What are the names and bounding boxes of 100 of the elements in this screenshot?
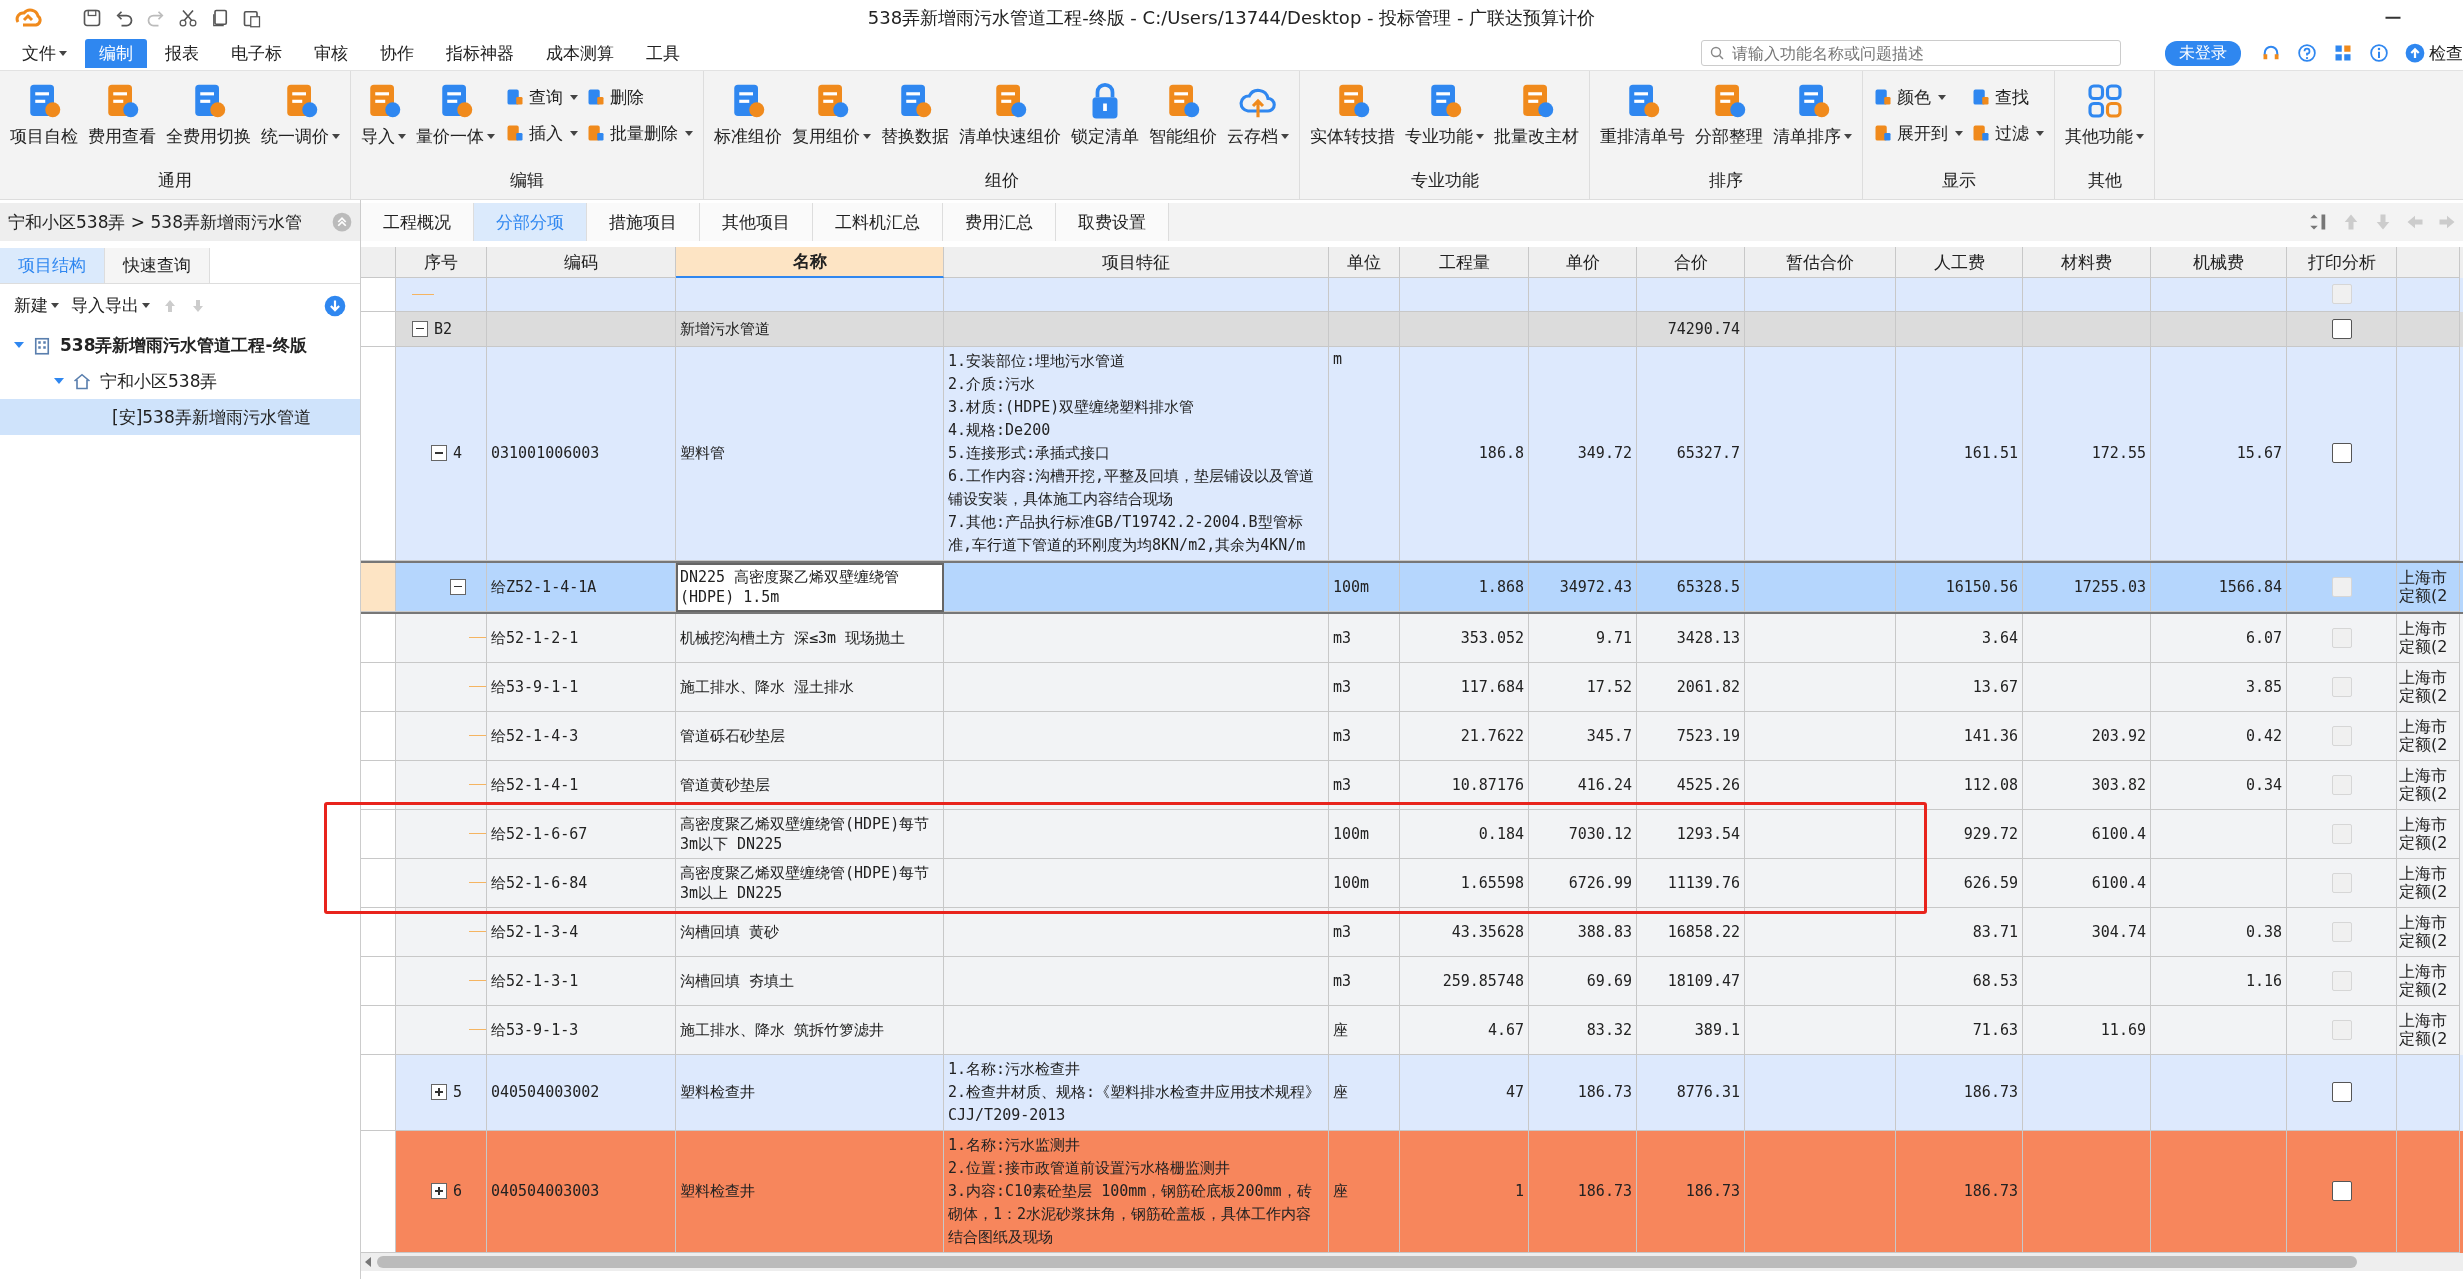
column-header[interactable]: 机械费 xyxy=(2151,247,2287,278)
ribbon-button[interactable]: 专业功能 xyxy=(1401,79,1488,150)
grid-icon[interactable] xyxy=(2333,43,2353,63)
toolbar-button[interactable]: 导入导出 xyxy=(71,294,150,317)
ribbon-button[interactable]: 云存档 xyxy=(1223,79,1293,150)
ribbon-button[interactable]: 批量删除 xyxy=(586,115,693,151)
table-cell: 管道砾石砂垫层 xyxy=(676,711,944,761)
collapse-icon[interactable] xyxy=(450,578,466,595)
ribbon-button[interactable]: 智能组价 xyxy=(1145,79,1221,150)
ribbon-button[interactable]: 清单排序 xyxy=(1769,79,1856,150)
copy-icon[interactable] xyxy=(210,8,230,28)
ribbon-button[interactable]: 实体转技措 xyxy=(1306,79,1399,150)
table-row[interactable]: B2 新增污水管道 74290.74 xyxy=(361,311,2463,347)
column-header[interactable]: 合价 xyxy=(1637,247,1745,278)
toolbar-button[interactable]: 新建 xyxy=(14,294,59,317)
table-row[interactable]: 给Z52-1-4-1A DN225 高密度聚乙烯双壁缠绕管(HDPE) 1.5m 100m 1.868 34972.43 65328.5 16150.56 17255.03 1566.84 上海市定额(2 xyxy=(361,560,2463,614)
menu-tab[interactable]: 电子标 xyxy=(217,38,296,68)
menu-tab[interactable]: 报表 xyxy=(151,38,213,68)
row-number: 6 xyxy=(453,1181,463,1201)
print-checkbox[interactable] xyxy=(2331,1181,2352,1201)
ribbon-button[interactable]: 项目自检 xyxy=(6,79,82,150)
help-icon[interactable] xyxy=(2297,43,2317,63)
print-checkbox[interactable] xyxy=(2331,1082,2352,1102)
column-header[interactable]: 项目特征 xyxy=(944,247,1329,278)
table-cell[interactable]: DN225 高密度聚乙烯双壁缠绕管(HDPE) 1.5m xyxy=(676,562,944,612)
search-field[interactable]: 请输入功能名称或问题描述 xyxy=(1701,40,2121,66)
table-cell: 1293.54 xyxy=(1637,809,1745,859)
ribbon-button[interactable]: 全费用切换 xyxy=(162,79,255,150)
ribbon-button[interactable]: 其他功能 xyxy=(2061,79,2148,150)
ribbon-button[interactable]: 过滤 xyxy=(1971,115,2044,151)
collapse-icon[interactable] xyxy=(412,320,428,337)
column-header[interactable]: 单位 xyxy=(1329,247,1400,278)
login-button[interactable]: 未登录 xyxy=(2165,40,2241,66)
table-cell: 给52-1-3-1 xyxy=(487,956,676,1006)
ribbon-button[interactable]: 分部整理 xyxy=(1691,79,1767,150)
menu-tab[interactable]: 指标神器 xyxy=(432,38,528,68)
ribbon-button[interactable]: 颜色 xyxy=(1873,79,1963,115)
ribbon-button[interactable]: 查找 xyxy=(1971,79,2044,115)
document-tab[interactable]: 费用汇总 xyxy=(943,203,1056,241)
check-update-button[interactable]: 检查 xyxy=(2405,41,2463,65)
table-row[interactable]: 给52-1-3-4 沟槽回填 黄砂 m3 43.35628 388.83 16858.22 83.71 304.74 0.38 上海市定额(2 xyxy=(361,907,2463,957)
tree-item[interactable]: 宁和小区538弄 xyxy=(0,363,360,399)
document-tab[interactable]: 措施项目 xyxy=(587,203,700,241)
menu-tab[interactable]: 审核 xyxy=(300,38,362,68)
print-checkbox[interactable] xyxy=(2331,318,2352,339)
ribbon-button[interactable]: 删除 xyxy=(586,79,693,115)
ribbon-button[interactable]: 重排清单号 xyxy=(1596,79,1689,150)
ribbon-button[interactable]: 复用组价 xyxy=(788,79,875,150)
ribbon-button[interactable]: 插入 xyxy=(505,115,578,151)
column-header[interactable]: 工程量 xyxy=(1400,247,1529,278)
column-header[interactable]: 名称 xyxy=(676,247,944,278)
ribbon-button[interactable]: 费用查看 xyxy=(84,79,160,150)
panel-tab[interactable]: 快速查询 xyxy=(105,248,210,283)
menu-tab[interactable]: 编制 xyxy=(85,38,147,68)
ribbon-button[interactable]: 锁定清单 xyxy=(1067,79,1143,150)
menu-tab[interactable]: 工具 xyxy=(632,38,694,68)
document-tab[interactable]: 取费设置 xyxy=(1056,203,1169,241)
document-tab[interactable]: 其他项目 xyxy=(700,203,813,241)
column-header[interactable]: 暂估合价 xyxy=(1745,247,1896,278)
table-cell: 353.052 xyxy=(1400,613,1529,663)
table-cell: 10.87176 xyxy=(1400,760,1529,810)
print-checkbox[interactable] xyxy=(2331,443,2352,463)
info-icon[interactable] xyxy=(2369,43,2389,63)
tree-item[interactable]: [安]538弄新增雨污水管道 xyxy=(0,399,360,435)
table-cell: 040504003003 xyxy=(487,1130,676,1253)
table-row[interactable]: 5 040504003002 塑料检查井 1.名称:污水检查井 2.检查井材质、规格:《塑料排水检查井应用技术规程》CJJ/T209-2013 座 47 186.73 8776.31 186.73 xyxy=(361,1054,2463,1131)
column-header[interactable]: 打印分析 xyxy=(2287,247,2397,278)
ribbon-button[interactable]: 导入 xyxy=(357,79,410,150)
ribbon-button[interactable]: 查询 xyxy=(505,79,578,115)
ribbon-button[interactable]: 标准组价 xyxy=(710,79,786,150)
table-row[interactable]: 给52-1-4-1 管道黄砂垫层 m3 10.87176 416.24 4525.26 112.08 303.82 0.34 上海市定额(2 xyxy=(361,760,2463,810)
document-tab[interactable]: 工料机汇总 xyxy=(813,203,943,241)
save-icon[interactable] xyxy=(82,8,102,28)
menu-tab[interactable]: 协作 xyxy=(366,38,428,68)
column-header[interactable] xyxy=(2397,247,2460,278)
down-arrow-icon[interactable] xyxy=(190,297,206,314)
paste-icon[interactable] xyxy=(242,8,262,28)
ribbon-button[interactable]: 展开到 xyxy=(1873,115,1963,151)
document-tab[interactable]: 工程概况 xyxy=(361,203,474,241)
column-header[interactable]: 人工费 xyxy=(1896,247,2023,278)
expand-icon[interactable] xyxy=(431,1084,447,1100)
column-header[interactable]: 单价 xyxy=(1529,247,1637,278)
cut-icon[interactable] xyxy=(178,8,198,28)
menu-tab[interactable]: 文件 xyxy=(8,38,81,68)
column-header[interactable]: 材料费 xyxy=(2023,247,2151,278)
table-cell: 65328.5 xyxy=(1637,562,1745,612)
table-row[interactable]: 6 040504003003 塑料检查井 1.名称:污水监测井 2.位置:接市政管道前设置污水格栅监测井 3.内容:C10素砼垫层 100mm，钢筋砼底板200mm，砖砌体，1：2水泥砂浆抹角，钢筋砼盖板，具体工作内容结合图纸及现场 座 1 186.73 186.73 186.73 xyxy=(361,1130,2463,1253)
ribbon-button[interactable]: 批量改主材 xyxy=(1490,79,1583,150)
table-cell: 6726.99 xyxy=(1529,858,1637,908)
column-header[interactable]: 序号 xyxy=(396,247,487,278)
ribbon-button[interactable]: 清单快速组价 xyxy=(955,79,1065,150)
ribbon-button[interactable]: 量价一体 xyxy=(412,79,499,150)
tree-item[interactable]: 538弄新增雨污水管道工程-终版 xyxy=(0,327,360,363)
table-cell: 11.69 xyxy=(2023,1005,2151,1055)
menu-tab[interactable]: 成本测算 xyxy=(532,38,628,68)
download-icon[interactable] xyxy=(324,294,346,317)
ribbon-button[interactable]: 替换数据 xyxy=(877,79,953,150)
ribbon-button[interactable]: 统一调价 xyxy=(257,79,344,150)
expand-icon[interactable] xyxy=(431,1183,447,1199)
collapse-icon[interactable] xyxy=(431,445,447,461)
